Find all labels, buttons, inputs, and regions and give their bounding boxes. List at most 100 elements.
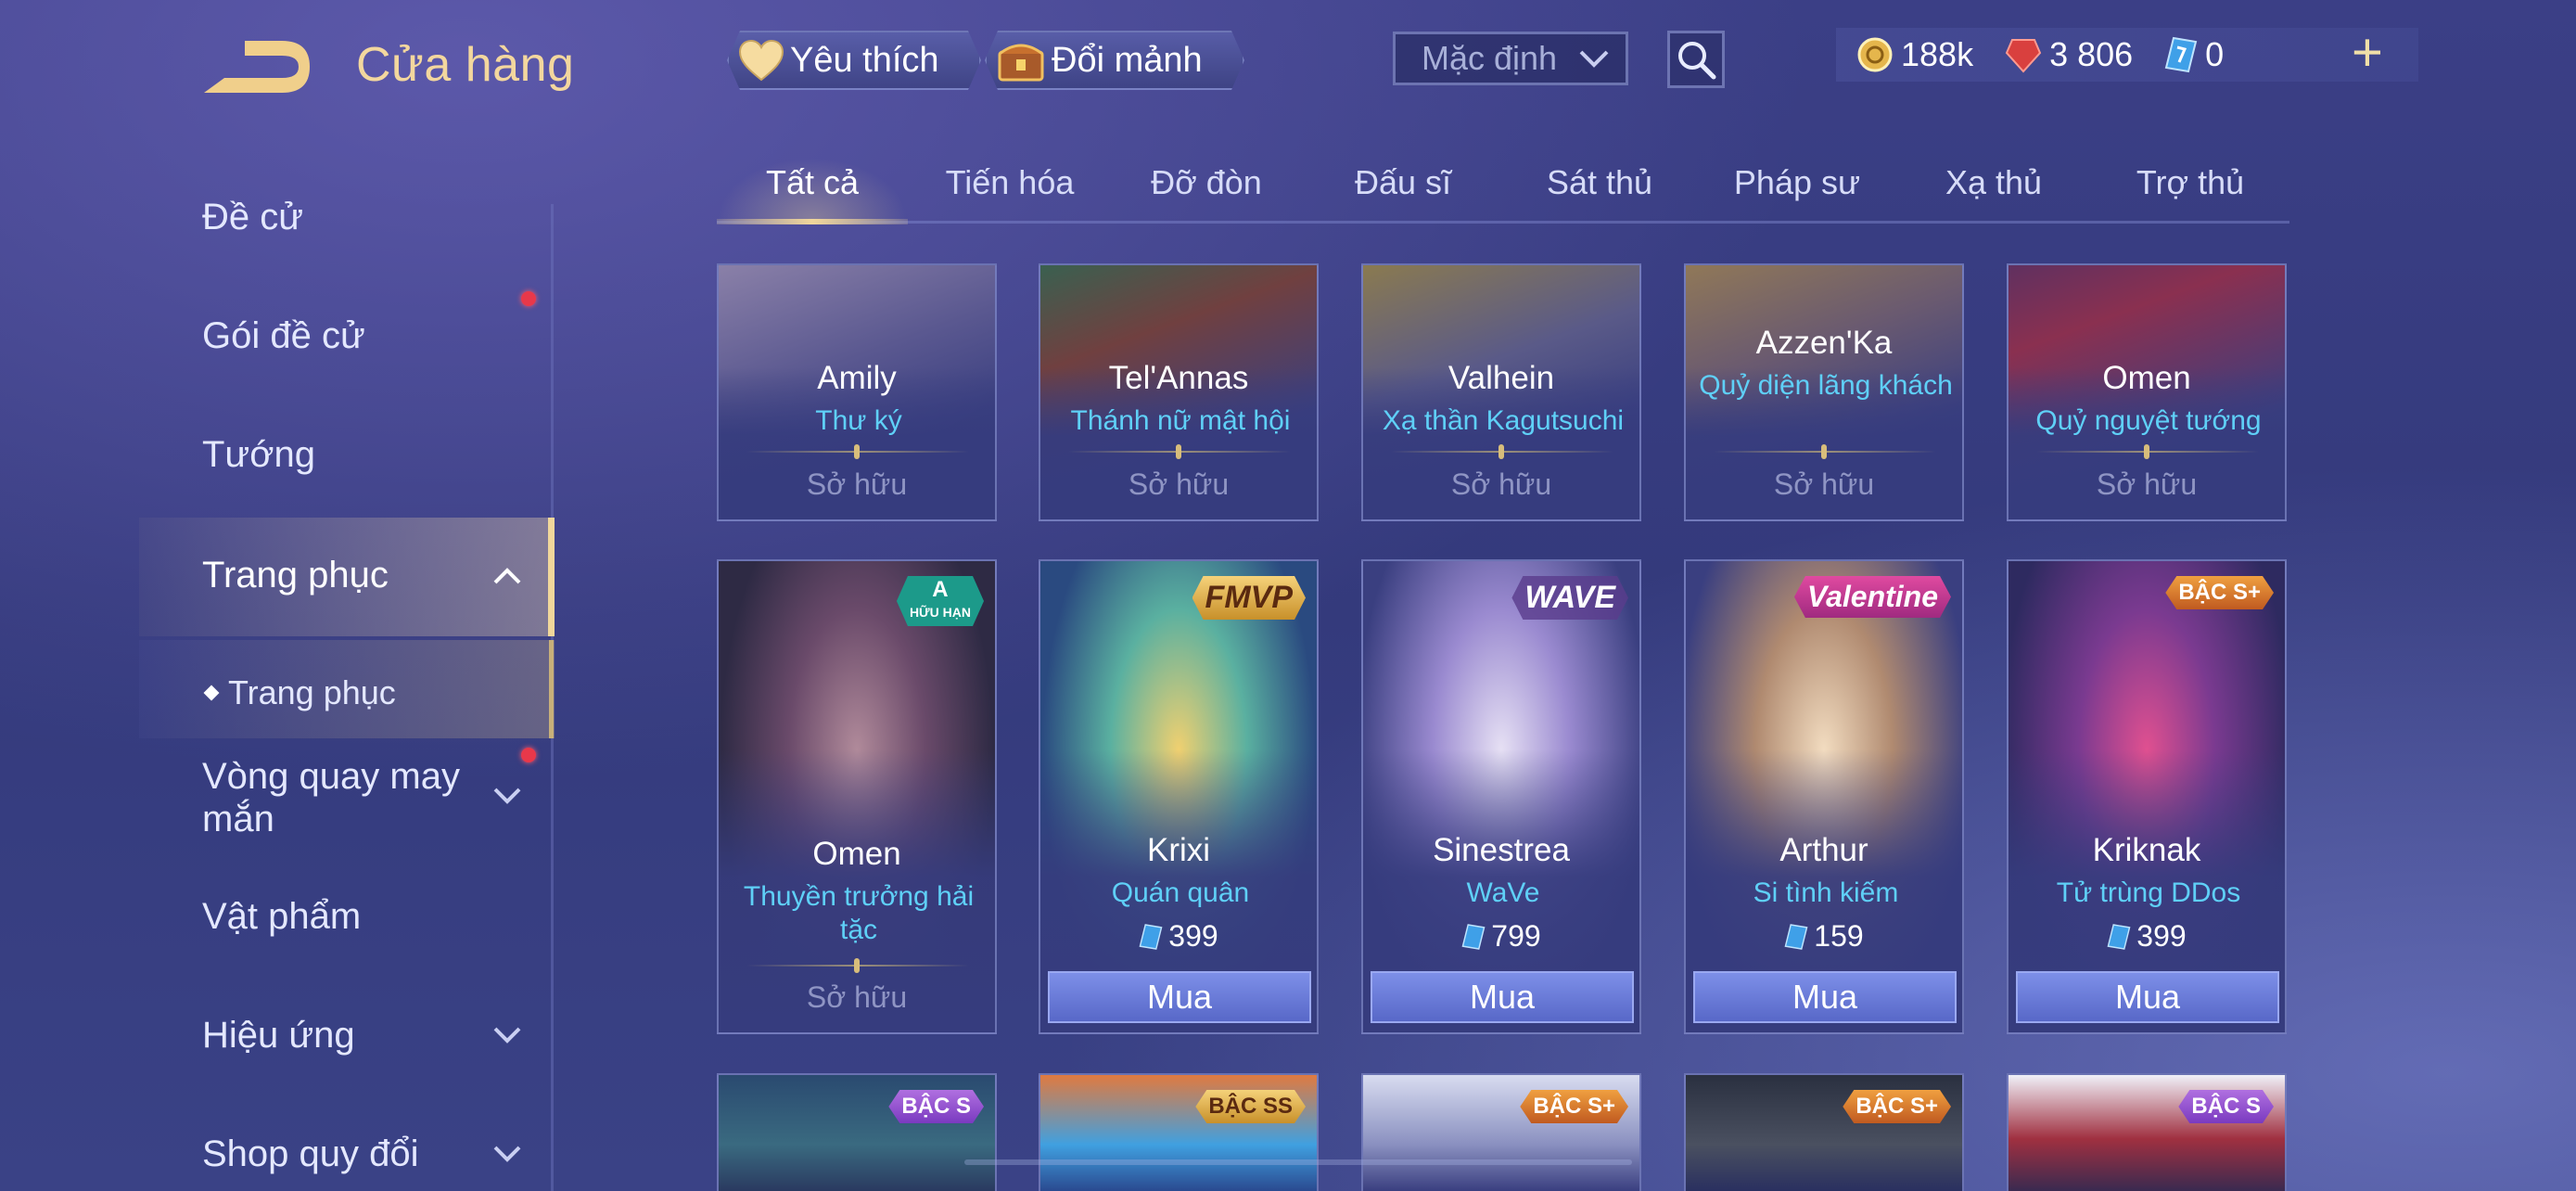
diamond-bullet-icon xyxy=(203,685,220,701)
card-divider xyxy=(746,965,969,967)
back-button[interactable] xyxy=(202,37,312,96)
sidebar-item-lucky-wheel[interactable]: Vòng quay may mắn xyxy=(202,755,480,840)
skin-card[interactable]: Tel'Annas Thánh nữ mật hội Sở hữu xyxy=(1039,263,1319,521)
skin-name: WaVe xyxy=(1466,877,1540,908)
sidebar-item-items[interactable]: Vật phẩm xyxy=(202,896,361,938)
sidebar-item-effects[interactable]: Hiệu ứng xyxy=(202,1015,355,1057)
tab-tank[interactable]: Đỡ đòn xyxy=(1108,163,1305,202)
skin-card[interactable]: BẬC S xyxy=(2007,1073,2287,1191)
skin-name: Quỷ diện lãng khách xyxy=(1699,370,1953,401)
voucher-icon xyxy=(1784,923,1808,950)
tab-assassin[interactable]: Sát thủ xyxy=(1501,163,1698,202)
price: 799 xyxy=(1363,919,1639,954)
tier-badge: BẬC S+ xyxy=(1843,1090,1951,1123)
card-divider xyxy=(746,451,969,453)
sidebar-subitem-skins[interactable]: Trang phục xyxy=(203,673,396,712)
skin-name: Tử trùng DDos xyxy=(2056,877,2241,908)
fmvp-badge: FMVP xyxy=(1192,576,1306,620)
skin-card[interactable]: Azzen'Ka Quỷ diện lãng khách Sở hữu xyxy=(1684,263,1964,521)
skin-name: Quán quân xyxy=(1111,877,1250,908)
favorite-label: Yêu thích xyxy=(790,40,939,80)
chevron-up-icon xyxy=(493,568,521,584)
tab-mage[interactable]: Pháp sư xyxy=(1699,163,1895,202)
skin-name: Thánh nữ mật hội xyxy=(1070,405,1291,436)
voucher-icon xyxy=(2107,923,2131,950)
badge-limited-text: HỮU HẠN xyxy=(909,605,971,620)
skin-card[interactable]: BẬC S xyxy=(717,1073,997,1191)
hero-name: Omen xyxy=(2102,360,2191,396)
notification-dot xyxy=(521,748,536,762)
buy-button[interactable]: Mua xyxy=(2016,971,2279,1023)
tier-badge: BẬC S xyxy=(2178,1090,2274,1123)
tab-support[interactable]: Trợ thủ xyxy=(2092,163,2289,202)
voucher-icon xyxy=(1139,923,1163,950)
tier-badge: BẬC S xyxy=(888,1090,984,1123)
skin-card[interactable]: BẬC SS xyxy=(1039,1073,1319,1191)
card-divider xyxy=(1391,451,1613,453)
buy-button[interactable]: Mua xyxy=(1371,971,1634,1023)
hero-name: Azzen'Ka xyxy=(1755,325,1893,361)
tab-marksman[interactable]: Xạ thủ xyxy=(1895,163,2092,202)
hero-name: Kriknak xyxy=(2092,832,2201,868)
skin-card[interactable]: WAVE Sinestrea WaVe 799 Mua xyxy=(1361,559,1641,1034)
page-title: Cửa hàng xyxy=(356,38,575,92)
wave-badge: WAVE xyxy=(1511,576,1628,620)
price: 399 xyxy=(2009,919,2285,954)
chevron-down-icon xyxy=(493,1027,521,1044)
sidebar-item-skins[interactable]: Trang phục xyxy=(202,555,389,596)
sidebar-item-recommended[interactable]: Đề cử xyxy=(202,197,303,238)
tab-fighter[interactable]: Đấu sĩ xyxy=(1305,163,1501,202)
currency-bar: 188k 3 806 0 xyxy=(1836,28,2418,82)
voucher-icon xyxy=(2164,36,2198,73)
scroll-indicator[interactable] xyxy=(964,1159,1632,1165)
price: 399 xyxy=(1040,919,1317,954)
sidebar-item-exchange-shop[interactable]: Shop quy đổi xyxy=(202,1133,419,1175)
exchange-label: Đổi mảnh xyxy=(1052,40,1203,80)
sidebar-item-heroes[interactable]: Tướng xyxy=(202,434,315,476)
ruby-currency: 3 806 xyxy=(2005,35,2133,74)
limited-badge: A HỮU HẠN xyxy=(897,576,984,626)
skin-card[interactable]: FMVP Krixi Quán quân 399 Mua xyxy=(1039,559,1319,1034)
skin-card[interactable]: BẬC S+ Kriknak Tử trùng DDos 399 Mua xyxy=(2007,559,2287,1034)
buy-button[interactable]: Mua xyxy=(1693,971,1957,1023)
chevron-down-icon xyxy=(493,1146,521,1162)
favorite-button[interactable]: Yêu thích xyxy=(727,31,981,90)
skin-card[interactable]: Valhein Xạ thần Kagutsuchi Sở hữu xyxy=(1361,263,1641,521)
card-divider xyxy=(1068,451,1291,453)
badge-tier: A xyxy=(932,577,949,602)
tier-badge: BẬC SS xyxy=(1195,1090,1306,1123)
skin-card[interactable]: Omen Quỷ nguyệt tướng Sở hữu xyxy=(2007,263,2287,521)
skin-card[interactable]: Amily Thư ký Sở hữu xyxy=(717,263,997,521)
sidebar-item-recommended-packs[interactable]: Gói đề cử xyxy=(202,315,365,357)
skin-name: Thuyền trưởng hải tặc xyxy=(743,881,975,945)
hero-name: Omen xyxy=(812,836,901,872)
skin-card[interactable]: A HỮU HẠN Omen Thuyền trưởng hải tặc Sở … xyxy=(717,559,997,1034)
gold-coin-icon xyxy=(1857,37,1893,72)
skin-card[interactable]: BẬC S+ xyxy=(1361,1073,1641,1191)
gold-amount: 188k xyxy=(1901,35,1974,73)
price-value: 159 xyxy=(1814,919,1864,953)
exchange-shards-button[interactable]: Đổi mảnh xyxy=(985,31,1244,90)
treasure-chest-icon xyxy=(996,37,1046,83)
buy-button[interactable]: Mua xyxy=(1048,971,1311,1023)
tab-evolution[interactable]: Tiến hóa xyxy=(912,163,1108,202)
skin-card[interactable]: BẬC S+ xyxy=(1684,1073,1964,1191)
add-currency-button[interactable]: + xyxy=(2352,26,2383,80)
sort-dropdown[interactable]: Mặc định xyxy=(1393,32,1628,85)
active-tab-underline xyxy=(717,219,908,224)
ruby-amount: 3 806 xyxy=(2049,35,2134,73)
skin-name: Xạ thần Kagutsuchi xyxy=(1382,405,1625,436)
skin-card[interactable]: Valentine Arthur Si tình kiếm 159 Mua xyxy=(1684,559,1964,1034)
tab-all[interactable]: Tất cả xyxy=(714,163,911,202)
owned-status: Sở hữu xyxy=(1128,467,1230,501)
price-value: 399 xyxy=(1168,919,1218,953)
search-button[interactable] xyxy=(1667,31,1725,88)
notification-dot xyxy=(521,291,536,306)
skin-name: Si tình kiếm xyxy=(1753,877,1899,908)
tier-badge: BẬC S+ xyxy=(1520,1090,1628,1123)
card-divider xyxy=(2036,451,2259,453)
hero-name: Amily xyxy=(817,360,897,396)
sidebar-subitem-skins-label: Trang phục xyxy=(228,673,396,711)
hero-name: Sinestrea xyxy=(1433,832,1570,868)
tabs-baseline xyxy=(717,221,2289,224)
